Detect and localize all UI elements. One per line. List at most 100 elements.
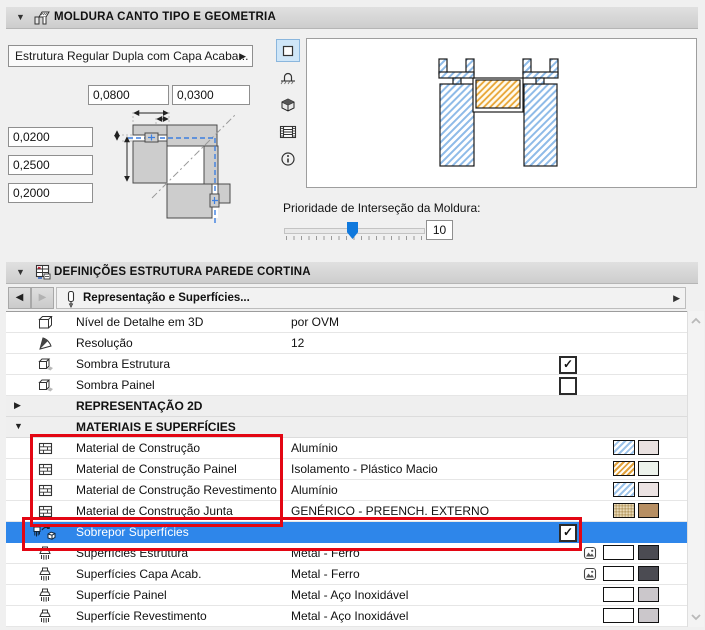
row-value[interactable]: Metal - Aço Inoxidável [291,606,408,626]
cut-fill-swatch[interactable] [613,461,635,476]
resolution-fan-icon [38,336,53,356]
cut-fill-swatch[interactable] [613,503,635,518]
table-row-resolucao[interactable]: Resolução 12 [6,333,687,354]
table-row-superficies-estrutura[interactable]: Superfícies Estrutura Metal - Ferro [6,543,687,564]
cut-fill-swatch[interactable] [613,482,635,497]
surface-color-swatch[interactable] [638,545,659,560]
surface-swatch[interactable] [638,482,659,497]
priority-value-field[interactable] [426,220,453,240]
priority-label: Prioridade de Interseção da Moldura: [283,201,481,215]
row-value[interactable]: GENÉRICO - PREENCH. EXTERNO [291,501,489,521]
building-material-icon [38,462,53,482]
table-row-material-junta[interactable]: Material de Construção Junta GENÉRICO - … [6,501,687,522]
pen-color-swatch[interactable] [603,545,634,560]
archicad-dialog: { "icons": { "collapse": "▼", "expand": … [0,0,705,630]
elevation-view-button[interactable] [276,66,300,89]
info-icon [281,151,295,166]
frame-section-drawing [438,58,559,167]
plan-view-button[interactable] [276,39,300,62]
expand-icon[interactable]: ▶ [14,400,21,411]
scroll-up-icon[interactable] [691,317,701,325]
collapse-icon[interactable]: ▼ [16,267,25,277]
frame-type-dropdown[interactable]: Estrutura Regular Dupla com Capa Acaba..… [8,45,253,67]
surface-color-swatch[interactable] [638,587,659,602]
row-value[interactable]: Metal - Ferro [291,564,360,584]
row-value[interactable]: 12 [291,333,304,353]
collapse-icon[interactable]: ▼ [14,421,23,431]
collapse-icon[interactable]: ▼ [16,12,25,22]
pin-icon [67,290,75,308]
row-value[interactable]: Isolamento - Plástico Macio [291,459,438,479]
preview-strip-button[interactable] [276,120,300,143]
sombra-painel-checkbox[interactable] [559,377,577,395]
tab-representacao-superficies[interactable]: Representação e Superfícies... ▶ [56,287,686,309]
info-button[interactable] [276,147,300,170]
scroll-down-icon[interactable] [691,613,701,621]
sobrepor-superficies-checkbox[interactable]: ✓ [559,524,577,542]
3d-view-icon [281,97,295,112]
group-row-materiais-superficies[interactable]: ▼ MATERIAIS E SUPERFÍCIES [6,417,687,438]
film-icon [279,125,297,138]
panel-header-definicoes[interactable]: ▼ DEFINIÇÕES ESTRUTURA PAREDE CORTINA [6,262,698,284]
settings-table: Nível de Detalhe em 3D por OVM Resolução… [6,311,687,627]
row-value[interactable]: Alumínio [291,438,338,458]
tab-label: Representação e Superfícies... [83,292,250,304]
corner-geometry-diagram [114,110,237,226]
building-material-icon [38,441,53,461]
frame-preview-canvas[interactable] [306,38,697,188]
panel-header-moldura[interactable]: ▼ MOLDURA CANTO TIPO E GEOMETRIA [6,7,698,29]
table-row-superficie-revestimento[interactable]: Superfície Revestimento Metal - Aço Inox… [6,606,687,627]
pen-color-swatch[interactable] [603,608,634,623]
dim-1-field[interactable] [8,127,93,147]
surface-color-swatch[interactable] [638,566,659,581]
table-row-material-revestimento[interactable]: Material de Construção Revestimento Alum… [6,480,687,501]
surface-swatch[interactable] [638,461,659,476]
building-material-icon [38,504,53,524]
cut-fill-swatch[interactable] [613,440,635,455]
nav-forward-icon: ▶ [38,292,47,303]
cube-shadow-icon [38,378,54,398]
row-value[interactable]: Metal - Aço Inoxidável [291,585,408,605]
frame-type-value: Estrutura Regular Dupla com Capa Acaba..… [15,49,249,63]
sombra-estrutura-checkbox[interactable]: ✓ [559,356,577,374]
pen-color-swatch[interactable] [603,587,634,602]
settings-table-icon [33,263,52,286]
table-row-material-construcao[interactable]: Material de Construção Alumínio [6,438,687,459]
row-value[interactable]: Metal - Ferro [291,543,360,563]
dim-2-field[interactable] [8,155,93,175]
plan-view-icon [282,45,294,56]
tab-overflow-arrow-icon[interactable]: ▶ [673,293,680,304]
surface-brush-icon [38,609,52,629]
surface-swatch[interactable] [638,503,659,518]
nav-forward-button[interactable]: ▶ [31,287,54,309]
table-row-sombra-estrutura[interactable]: Sombra Estrutura ✓ [6,354,687,375]
texture-icon [583,546,597,565]
group-row-representacao-2d[interactable]: ▶ REPRESENTAÇÃO 2D [6,396,687,417]
nav-back-icon: ◀ [15,292,24,303]
table-row-nivel-detalhe[interactable]: Nível de Detalhe em 3D por OVM [6,312,687,333]
table-scrollbar[interactable] [687,311,704,627]
surface-brush-icon [38,567,52,587]
table-row-sobrepor-superficies[interactable]: Sobrepor Superfícies ✓ [6,522,687,543]
dim-3-field[interactable] [8,183,93,203]
surface-brush-icon [38,588,52,608]
cube-wire-icon [38,315,53,335]
corner-frame-icon [33,9,51,31]
surface-brush-icon [38,546,52,566]
nav-back-button[interactable]: ◀ [8,287,31,309]
texture-icon [583,567,597,586]
pen-color-swatch[interactable] [603,566,634,581]
table-row-superficie-painel[interactable]: Superfície Painel Metal - Aço Inoxidável [6,585,687,606]
flyout-arrow-icon: ▶ [239,51,246,61]
row-value[interactable]: por OVM [291,312,339,332]
surface-swatch[interactable] [638,440,659,455]
elevation-view-icon [280,72,295,85]
table-row-material-painel[interactable]: Material de Construção Painel Isolamento… [6,459,687,480]
panel-title: MOLDURA CANTO TIPO E GEOMETRIA [54,11,276,23]
table-row-superficies-capa[interactable]: Superfícies Capa Acab. Metal - Ferro [6,564,687,585]
3d-view-button[interactable] [276,93,300,116]
table-row-sombra-painel[interactable]: Sombra Painel [6,375,687,396]
row-value[interactable]: Alumínio [291,480,338,500]
surface-color-swatch[interactable] [638,608,659,623]
panel-title: DEFINIÇÕES ESTRUTURA PAREDE CORTINA [54,266,311,278]
